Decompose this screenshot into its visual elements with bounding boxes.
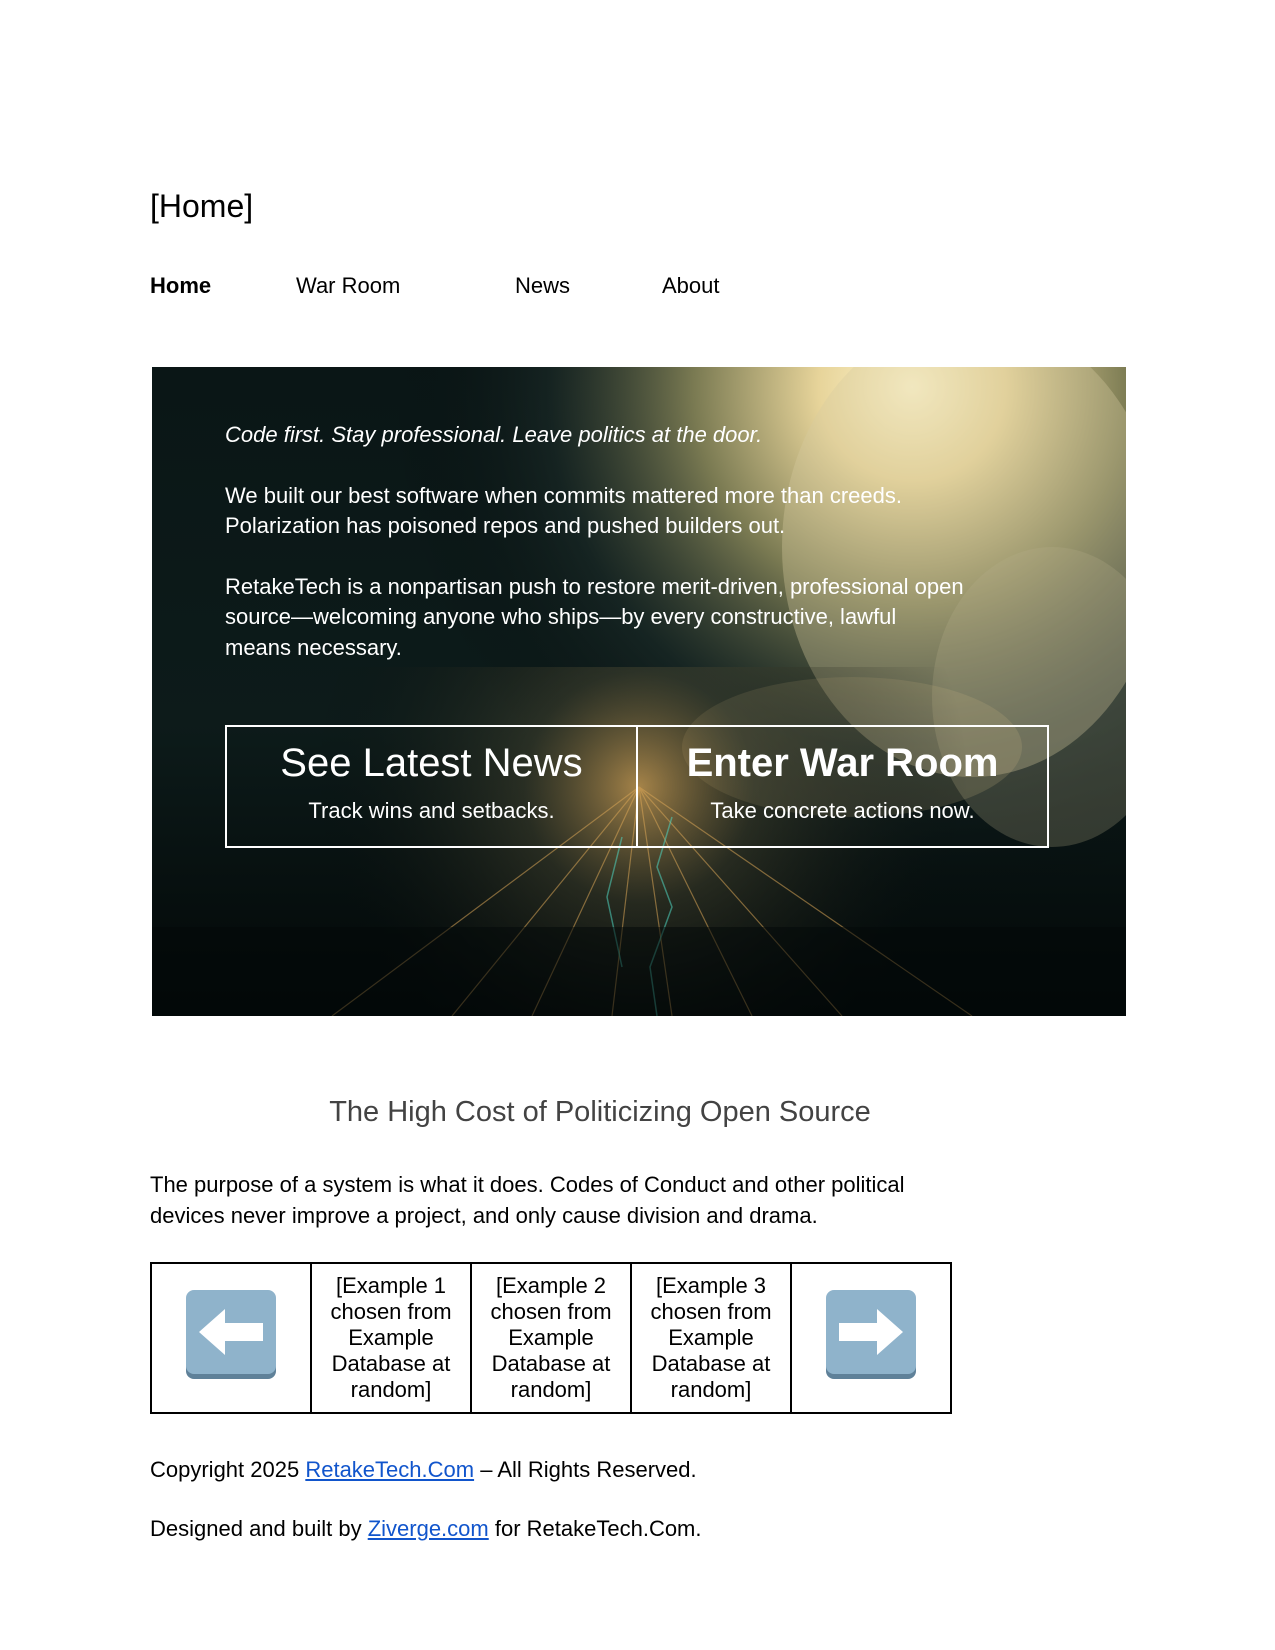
nav-item-news[interactable]: News <box>515 272 570 300</box>
footer-designed-by: Designed and built by Ziverge.com for Re… <box>150 1515 702 1543</box>
right-arrow-icon[interactable] <box>823 1287 919 1389</box>
copyright-suffix: – All Rights Reserved. <box>474 1457 697 1482</box>
hero-paragraph-1: We built our best software when commits … <box>225 482 902 539</box>
hero-banner: Code first. Stay professional. Leave pol… <box>152 367 1126 1016</box>
carousel-prev-cell <box>150 1262 312 1414</box>
example-cell-2: [Example 2 chosen from Example Database … <box>470 1262 632 1414</box>
carousel-next-cell <box>790 1262 952 1414</box>
nav-item-home[interactable]: Home <box>150 272 211 300</box>
examples-carousel: [Example 1 chosen from Example Database … <box>150 1262 952 1414</box>
footer-copyright: Copyright 2025 RetakeTech.Com – All Righ… <box>150 1456 697 1484</box>
ziverge-link[interactable]: Ziverge.com <box>368 1516 489 1541</box>
page-title: [Home] <box>150 188 254 224</box>
example-cell-1: [Example 1 chosen from Example Database … <box>310 1262 472 1414</box>
enter-war-room-subtitle: Take concrete actions now. <box>710 798 975 823</box>
section-title: The High Cost of Politicizing Open Sourc… <box>329 1096 871 1128</box>
designed-prefix: Designed and built by <box>150 1516 368 1541</box>
see-latest-news-subtitle: Track wins and setbacks. <box>308 798 555 823</box>
copyright-prefix: Copyright 2025 <box>150 1457 306 1482</box>
nav-item-about[interactable]: About <box>662 272 720 300</box>
hero-paragraph-2: RetakeTech is a nonpartisan push to rest… <box>225 573 964 660</box>
see-latest-news-title: See Latest News <box>280 741 583 785</box>
hero-text: Code first. Stay professional. Leave pol… <box>225 420 965 693</box>
hero-tagline: Code first. Stay professional. Leave pol… <box>225 422 763 447</box>
example-cell-3: [Example 3 chosen from Example Database … <box>630 1262 792 1414</box>
enter-war-room-button[interactable]: Enter War Room Take concrete actions now… <box>636 727 1047 846</box>
cta-group: See Latest News Track wins and setbacks.… <box>225 725 1049 848</box>
enter-war-room-title: Enter War Room <box>686 741 999 785</box>
nav-item-war-room[interactable]: War Room <box>296 272 400 300</box>
left-arrow-icon[interactable] <box>183 1287 279 1389</box>
designed-suffix: for RetakeTech.Com. <box>488 1516 702 1541</box>
retaketech-link[interactable]: RetakeTech.Com <box>305 1457 474 1482</box>
section-body: The purpose of a system is what it does.… <box>150 1172 905 1228</box>
see-latest-news-button[interactable]: See Latest News Track wins and setbacks. <box>227 727 636 846</box>
